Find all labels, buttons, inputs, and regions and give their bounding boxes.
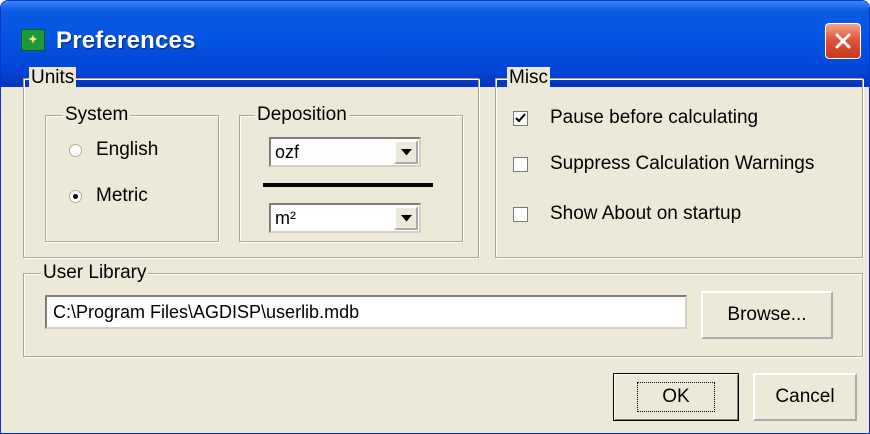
user-library-path-input[interactable] [47,297,685,327]
deposition-denominator-select[interactable]: m² [269,203,421,233]
units-group-label: Units [29,67,77,89]
close-button[interactable] [825,23,861,59]
checkbox-suppress-calculation-warnings[interactable]: Suppress Calculation Warnings [513,153,814,175]
deposition-numerator-dropdown-button[interactable] [394,140,418,164]
preferences-dialog: ✦ Preferences Units System English Metri… [0,0,870,434]
checkbox-show-about-on-startup[interactable]: Show About on startup [513,203,741,225]
pause-label: Pause before calculating [550,107,759,128]
app-icon: ✦ [21,29,45,51]
deposition-numerator-select[interactable]: ozf [269,137,421,167]
radio-metric[interactable]: Metric [69,185,148,207]
fraction-divider [263,183,433,187]
ok-button-label: OK [637,382,715,412]
show-about-checkbox[interactable] [513,206,528,222]
cancel-button[interactable]: Cancel [753,373,857,421]
title-bar[interactable]: ✦ Preferences [1,1,869,85]
show-about-label: Show About on startup [550,203,742,224]
checkmark-icon [515,112,526,122]
radio-english-button[interactable] [69,143,82,157]
close-icon [835,33,851,49]
window-title: Preferences [56,27,196,54]
deposition-numerator-value: ozf [275,142,300,162]
chevron-down-icon [400,148,412,155]
radio-english-label: English [96,139,159,160]
checkbox-pause-before-calculating[interactable]: Pause before calculating [513,107,758,129]
chevron-down-icon [400,214,412,221]
suppress-warnings-label: Suppress Calculation Warnings [550,153,815,174]
system-group [45,115,219,242]
radio-metric-button[interactable] [69,189,82,203]
radio-metric-label: Metric [96,185,148,206]
system-group-label: System [63,104,131,126]
misc-group-label: Misc [507,67,551,89]
ok-button[interactable]: OK [613,373,739,421]
browse-button[interactable]: Browse... [701,291,833,339]
deposition-group-label: Deposition [255,104,349,126]
pause-checkbox[interactable] [513,110,528,126]
deposition-denominator-dropdown-button[interactable] [394,206,418,230]
user-library-group-label: User Library [41,262,149,284]
deposition-denominator-value: m² [275,208,296,228]
user-library-path-field[interactable] [45,295,687,329]
radio-english[interactable]: English [69,139,158,161]
suppress-warnings-checkbox[interactable] [513,156,528,172]
